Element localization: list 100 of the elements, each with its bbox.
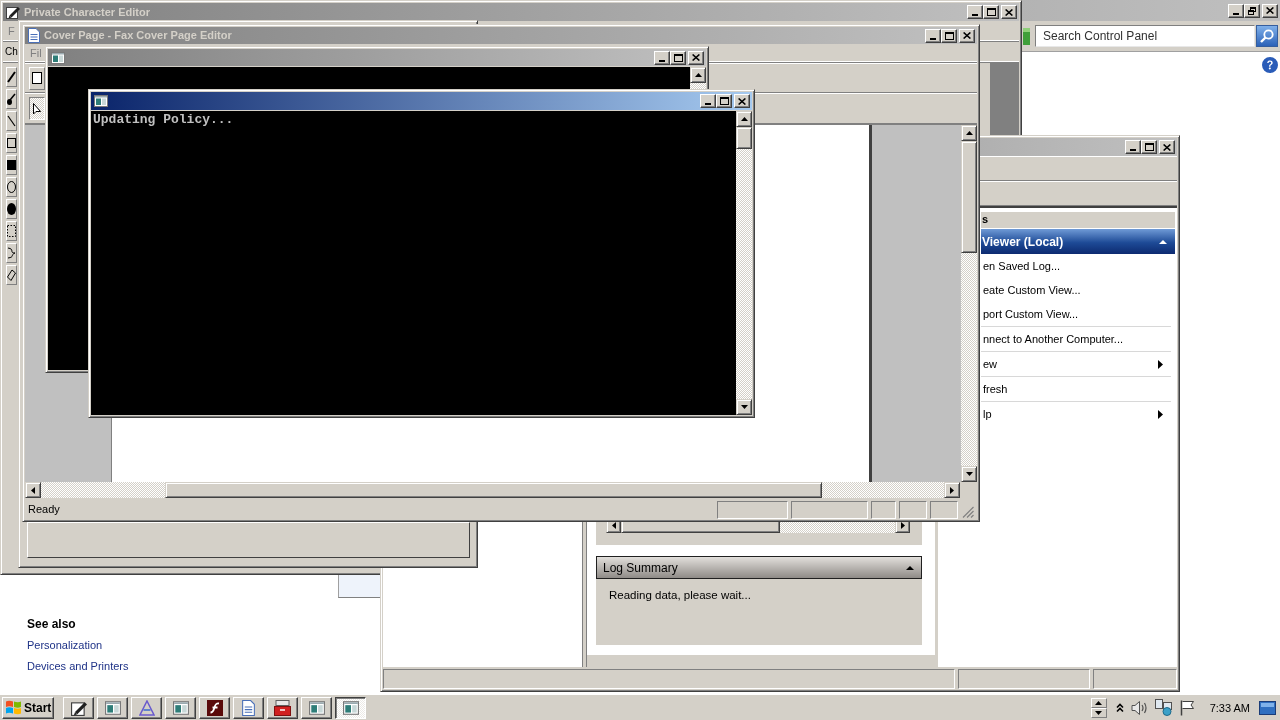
maximize-button[interactable]: [716, 94, 732, 108]
minimize-icon: [1233, 12, 1239, 15]
scroll-thumb[interactable]: [961, 141, 977, 253]
speaker-icon[interactable]: [1130, 699, 1148, 716]
pencil-tool-icon: [7, 71, 16, 83]
restore-button[interactable]: [1244, 3, 1260, 18]
close-button[interactable]: [734, 94, 750, 108]
window-title: Cover Page - Fax Cover Page Editor: [44, 29, 232, 42]
toolbox-icon: [274, 699, 291, 716]
taskbar-button[interactable]: [335, 696, 366, 719]
side-panel: [338, 575, 380, 598]
filled-rectangle-tool-icon: [7, 159, 16, 171]
scroll-right-button[interactable]: [944, 482, 960, 498]
search-button[interactable]: [1256, 25, 1278, 47]
restore-icon: [1248, 6, 1256, 15]
tool-button[interactable]: [6, 155, 17, 175]
close-button[interactable]: [1001, 5, 1017, 19]
log-summary-header[interactable]: Log Summary: [596, 556, 922, 579]
close-button[interactable]: [1262, 3, 1278, 18]
scroll-down-button[interactable]: [736, 399, 752, 415]
tool-button[interactable]: [6, 199, 17, 219]
right-arrow-icon: [900, 522, 905, 529]
close-icon: [1266, 7, 1274, 14]
scroll-thumb[interactable]: [165, 482, 822, 498]
minimize-button[interactable]: [654, 50, 670, 65]
minimize-icon: [972, 14, 978, 16]
maximize-icon: [719, 97, 729, 105]
pointer-icon: [33, 102, 41, 115]
up-arrow-icon: [694, 73, 702, 77]
down-arrow-icon: [1095, 710, 1103, 715]
link[interactable]: Personalization: [27, 637, 103, 653]
tool-button[interactable]: [6, 177, 17, 197]
maximize-button[interactable]: [670, 50, 686, 65]
maximize-icon: [986, 8, 996, 16]
lasso-tool-icon: [7, 247, 16, 259]
link[interactable]: Devices and Printers: [27, 658, 129, 674]
down-arrow-icon: [965, 472, 973, 476]
status-pane: [930, 501, 958, 519]
chevron-up-icon[interactable]: [1115, 702, 1124, 713]
desktop-icon[interactable]: [1259, 700, 1276, 715]
pane-header: s: [981, 212, 1175, 229]
up-arrow-icon: [1095, 700, 1103, 705]
close-icon: [963, 32, 971, 39]
toolbar-button[interactable]: [29, 97, 45, 120]
status-text: Ready: [28, 502, 61, 517]
flag-icon[interactable]: [1179, 699, 1195, 716]
tool-button[interactable]: [6, 89, 17, 109]
tool-button[interactable]: [6, 133, 17, 153]
clock[interactable]: 7:33 AM: [1209, 700, 1250, 715]
minimize-button[interactable]: [967, 5, 983, 19]
triangle-icon: [138, 699, 155, 716]
close-icon: [1163, 143, 1171, 151]
status-pane: [717, 501, 788, 519]
minimize-button[interactable]: [700, 94, 716, 108]
minimize-button[interactable]: [1125, 140, 1141, 154]
document-icon: [242, 699, 255, 716]
nav-tile-icon[interactable]: [1023, 27, 1030, 45]
minimize-icon: [930, 37, 936, 40]
close-button[interactable]: [688, 50, 704, 65]
close-icon: [738, 97, 746, 105]
console-icon: [51, 51, 65, 64]
help-icon[interactable]: [1262, 57, 1278, 73]
maximize-button[interactable]: [941, 28, 957, 43]
maximize-button[interactable]: [1141, 140, 1157, 154]
minimize-button[interactable]: [1228, 3, 1244, 18]
scroll-up-button[interactable]: [961, 125, 977, 141]
tool-button[interactable]: [6, 221, 17, 241]
network-icon[interactable]: [1154, 699, 1173, 716]
scroll-up-button[interactable]: [690, 67, 706, 83]
console-text: Updating Policy...: [93, 113, 234, 127]
minimize-icon: [705, 103, 711, 105]
pencil-window-icon: [6, 5, 20, 19]
scroll-up-button[interactable]: [736, 111, 752, 127]
minimize-button[interactable]: [925, 28, 941, 43]
down-arrow-icon: [740, 405, 748, 409]
tool-button[interactable]: [6, 111, 17, 131]
filled-ellipse-tool-icon: [7, 203, 16, 215]
maximize-button[interactable]: [983, 5, 999, 19]
status-pane: [899, 501, 927, 519]
search-icon: [1260, 29, 1274, 43]
search-field[interactable]: Search Control Panel: [1035, 25, 1255, 47]
scroll-thumb[interactable]: [736, 127, 752, 149]
close-button[interactable]: [959, 28, 975, 43]
up-arrow-icon: [965, 131, 973, 135]
tool-button[interactable]: [6, 265, 17, 285]
start-button[interactable]: Start: [2, 696, 54, 719]
scroll-down-button[interactable]: [961, 466, 977, 482]
swoosh-tile-icon: [206, 699, 223, 716]
scroll-left-button[interactable]: [25, 482, 41, 498]
tool-button[interactable]: [6, 243, 17, 263]
status-pane: [871, 501, 896, 519]
console-icon: [104, 700, 121, 715]
left-arrow-icon: [611, 522, 616, 529]
tool-button[interactable]: [6, 67, 17, 87]
ellipse-tool-icon: [7, 181, 16, 193]
page-icon: [32, 72, 42, 84]
close-button[interactable]: [1159, 140, 1175, 154]
section-header[interactable]: Viewer (Local): [981, 229, 1175, 254]
resize-grip-icon[interactable]: [962, 506, 974, 518]
console-icon: [94, 95, 108, 107]
